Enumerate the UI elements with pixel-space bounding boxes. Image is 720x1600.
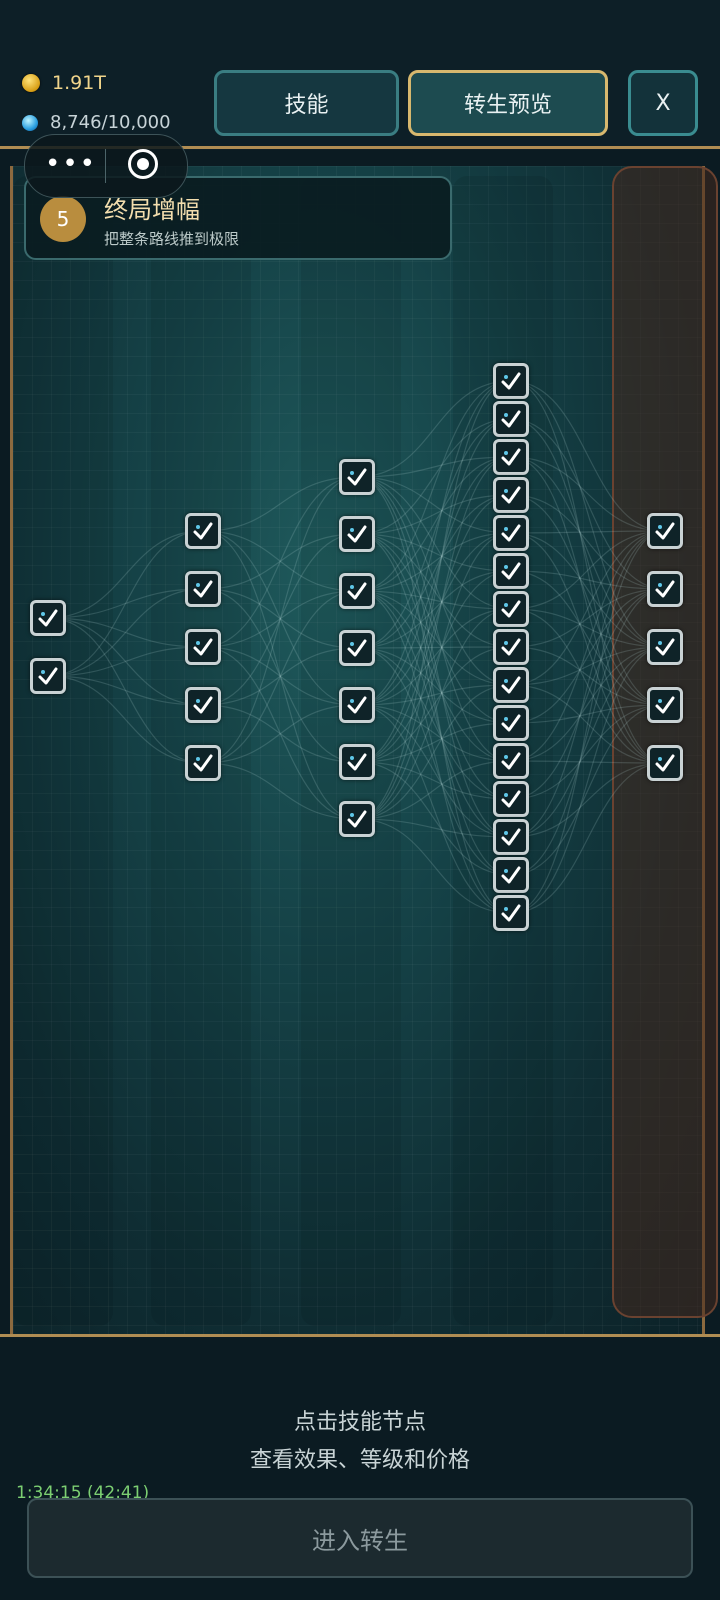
- check-icon: [655, 522, 675, 540]
- skill-node[interactable]: [30, 658, 66, 694]
- skill-node[interactable]: [647, 513, 683, 549]
- check-icon: [501, 676, 521, 694]
- skill-node[interactable]: [493, 819, 529, 855]
- check-icon: [501, 486, 521, 504]
- gold-value: 1.91T: [52, 72, 106, 94]
- skill-node[interactable]: [185, 571, 221, 607]
- skill-node[interactable]: [647, 571, 683, 607]
- check-icon: [38, 609, 58, 627]
- check-icon: [501, 866, 521, 884]
- hint-line-1: 点击技能节点: [293, 1410, 426, 1435]
- check-icon: [655, 696, 675, 714]
- check-icon: [501, 410, 521, 428]
- check-icon: [347, 582, 367, 600]
- tier-subtitle: 把整条路线推到极限: [104, 230, 240, 248]
- check-icon: [501, 752, 521, 770]
- check-icon: [347, 810, 367, 828]
- skill-node[interactable]: [185, 629, 221, 665]
- check-icon: [193, 638, 213, 656]
- gem-resource: 8,746/10,000: [22, 112, 171, 133]
- check-icon: [347, 639, 367, 657]
- skill-node[interactable]: [339, 516, 375, 552]
- check-icon: [501, 828, 521, 846]
- skill-node[interactable]: [185, 687, 221, 723]
- locked-column-panel: [612, 166, 718, 1318]
- skill-node[interactable]: [647, 687, 683, 723]
- check-icon: [501, 524, 521, 542]
- skill-node[interactable]: [493, 857, 529, 893]
- skill-node[interactable]: [185, 745, 221, 781]
- check-icon: [347, 696, 367, 714]
- check-icon: [501, 600, 521, 618]
- skill-node[interactable]: [493, 363, 529, 399]
- skill-node[interactable]: [493, 895, 529, 931]
- check-icon: [501, 638, 521, 656]
- skill-node[interactable]: [493, 401, 529, 437]
- skill-node[interactable]: [339, 573, 375, 609]
- skill-node[interactable]: [185, 513, 221, 549]
- check-icon: [193, 754, 213, 772]
- check-icon: [655, 638, 675, 656]
- check-icon: [193, 696, 213, 714]
- skill-node[interactable]: [493, 743, 529, 779]
- skill-node[interactable]: [493, 667, 529, 703]
- skill-node[interactable]: [647, 629, 683, 665]
- check-icon: [193, 580, 213, 598]
- close-target-icon[interactable]: [128, 149, 158, 179]
- mini-program-capsule: •••: [24, 134, 188, 198]
- skill-node[interactable]: [493, 629, 529, 665]
- check-icon: [501, 904, 521, 922]
- gold-resource: 1.91T: [22, 72, 106, 94]
- coin-icon: [22, 74, 40, 92]
- capsule-divider: [105, 149, 106, 183]
- skill-node[interactable]: [493, 439, 529, 475]
- check-icon: [501, 714, 521, 732]
- skill-node[interactable]: [647, 745, 683, 781]
- skill-node[interactable]: [339, 687, 375, 723]
- check-icon: [655, 754, 675, 772]
- skill-node[interactable]: [339, 801, 375, 837]
- check-icon: [193, 522, 213, 540]
- column-strip: [13, 176, 113, 1326]
- tab-skill[interactable]: 技能: [214, 70, 399, 136]
- skill-node[interactable]: [339, 630, 375, 666]
- gem-icon: [22, 114, 38, 131]
- enter-rebirth-button[interactable]: 进入转生: [27, 1498, 693, 1578]
- bottom-divider: [0, 1334, 720, 1337]
- skill-node[interactable]: [339, 744, 375, 780]
- tab-rebirth-preview[interactable]: 转生预览: [408, 70, 608, 136]
- skill-node[interactable]: [30, 600, 66, 636]
- more-icon[interactable]: •••: [45, 151, 97, 177]
- skill-node[interactable]: [339, 459, 375, 495]
- tier-number-badge: 5: [40, 196, 86, 242]
- skill-node[interactable]: [493, 705, 529, 741]
- check-icon: [501, 372, 521, 390]
- close-button[interactable]: X: [628, 70, 698, 136]
- skill-node[interactable]: [493, 781, 529, 817]
- skill-node[interactable]: [493, 515, 529, 551]
- gem-value: 8,746/10,000: [50, 112, 171, 133]
- check-icon: [501, 562, 521, 580]
- hint-line-2: 查看效果、等级和价格: [249, 1448, 470, 1473]
- skill-node[interactable]: [493, 591, 529, 627]
- check-icon: [38, 667, 58, 685]
- check-icon: [347, 753, 367, 771]
- check-icon: [347, 468, 367, 486]
- check-icon: [347, 525, 367, 543]
- check-icon: [655, 580, 675, 598]
- check-icon: [501, 790, 521, 808]
- check-icon: [501, 448, 521, 466]
- skill-node[interactable]: [493, 553, 529, 589]
- skill-node[interactable]: [493, 477, 529, 513]
